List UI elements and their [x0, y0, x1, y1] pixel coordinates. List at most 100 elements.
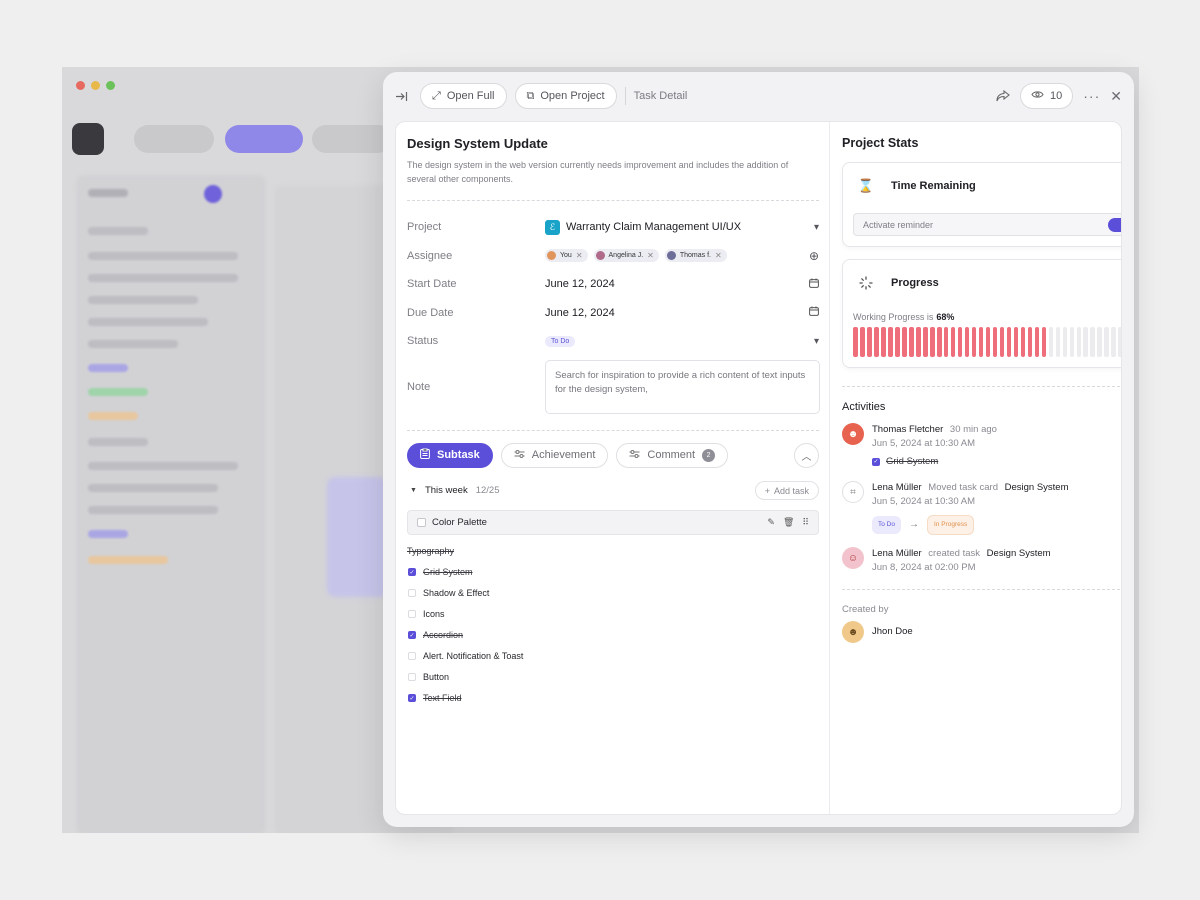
progress-segment — [901, 327, 907, 357]
drag-handle-icon[interactable]: ⠿ — [802, 517, 809, 528]
progress-segment — [1020, 327, 1026, 357]
progress-segment — [1104, 327, 1110, 357]
subtask-item[interactable]: Button — [407, 667, 819, 688]
calendar-icon — [809, 278, 819, 291]
tab-achievement[interactable]: Achievement — [500, 442, 609, 468]
subtask-item[interactable]: ✓ Grid System — [407, 562, 819, 583]
activity-item: ☻ Thomas Fletcher 30 min ago Jun 5, 2024… — [842, 423, 1121, 469]
note-label: Note — [407, 381, 431, 393]
status-select[interactable]: To Do ▾ — [545, 335, 819, 347]
progress-segment — [887, 327, 893, 357]
progress-bar — [853, 327, 1121, 357]
reminder-toggle[interactable] — [1108, 217, 1121, 232]
checkbox[interactable] — [408, 652, 416, 660]
created-by-label: Created by — [842, 604, 889, 615]
checkbox[interactable] — [408, 673, 416, 681]
progress-label-row: Working Progress is 68% 😎 — [853, 312, 955, 322]
project-icon: ℰ — [545, 219, 560, 235]
bg-nav-item-active — [225, 125, 303, 153]
checkbox: ✓ — [872, 458, 880, 466]
remove-icon[interactable]: ✕ — [715, 251, 722, 260]
checkbox[interactable]: ✓ — [408, 694, 416, 702]
avatar — [666, 251, 676, 261]
tab-comment[interactable]: Comment 2 — [616, 442, 729, 468]
progress-segment — [985, 327, 991, 357]
collapse-section-button[interactable]: ︿ — [794, 442, 819, 468]
reminder-row: Activate reminder — [853, 213, 1121, 236]
progress-segment — [1076, 327, 1082, 357]
checkbox[interactable] — [417, 517, 426, 527]
creator: ☻ Jhon Doe — [842, 621, 1121, 643]
progress-segment — [908, 327, 914, 357]
remove-icon[interactable]: ✕ — [647, 251, 654, 260]
project-select[interactable]: ℰ Warranty Claim Management UI/UX ▾ — [545, 219, 819, 235]
breadcrumb: Task Detail — [633, 90, 688, 102]
open-full-button[interactable]: ⤢ Open Full — [420, 83, 507, 109]
subtask-item[interactable]: Icons — [407, 604, 819, 625]
checkbox[interactable] — [408, 589, 416, 597]
edit-icon[interactable]: ✎ — [767, 517, 775, 528]
activity-item: ☺ Lena Müller created task Design System… — [842, 547, 1121, 575]
progress-segment — [1069, 327, 1075, 357]
window-controls — [76, 81, 115, 90]
field-assignee: Assignee You ✕ Angelina J. ✕ Thomas f. ✕ ⊕ — [407, 248, 819, 263]
subtask-item[interactable]: Shadow & Effect — [407, 583, 819, 604]
assignee-chip[interactable]: Angelina J. ✕ — [593, 249, 659, 263]
sliders-icon — [514, 449, 525, 462]
subtask-count: 12/25 — [475, 485, 500, 496]
assignee-chip[interactable]: Thomas f. ✕ — [664, 249, 727, 263]
divider — [842, 589, 1121, 590]
status-badge: To Do — [872, 516, 901, 534]
subtask-item[interactable]: ✓ Text Field — [407, 688, 819, 709]
field-project: Project ℰ Warranty Claim Management UI/U… — [407, 219, 819, 235]
subtask-item[interactable]: ✓ Accordion — [407, 625, 819, 646]
note-textarea[interactable]: Search for inspiration to provide a rich… — [545, 359, 820, 414]
bg-task-card — [327, 477, 387, 597]
checkbox[interactable]: ✓ — [408, 568, 416, 576]
due-date-picker[interactable]: June 12, 2024 — [545, 306, 819, 319]
collapse-panel-icon[interactable] — [395, 90, 408, 103]
add-task-button[interactable]: + Add task — [754, 481, 819, 500]
divider — [842, 386, 1121, 387]
subtask-item[interactable]: Alert. Notification & Toast — [407, 646, 819, 667]
start-date-picker[interactable]: June 12, 2024 — [545, 278, 819, 291]
project-stats-pane: Project Stats ⌛ Time Remaining 4d Activa… — [830, 122, 1121, 814]
progress-value: 68% — [936, 312, 955, 322]
bg-nav-item — [134, 125, 214, 153]
toolbar-divider — [624, 87, 626, 105]
stats-title: Project Stats — [842, 136, 919, 150]
viewers-button[interactable]: 10 — [1020, 83, 1074, 109]
progress-segment — [950, 327, 956, 357]
hourglass-icon: ⌛ — [857, 178, 875, 193]
progress-segment — [978, 327, 984, 357]
caret-down-icon: ▼ — [410, 487, 417, 494]
subtask-item[interactable]: Typography — [407, 541, 819, 562]
close-icon[interactable]: ✕ — [1110, 88, 1122, 105]
tab-subtask[interactable]: Subtask — [407, 442, 493, 468]
assignee-chip[interactable]: You ✕ — [545, 249, 588, 263]
share-icon[interactable] — [996, 90, 1010, 102]
progress-segment — [943, 327, 949, 357]
subtask-group-header[interactable]: ▼ This week 12/25 + Add task — [407, 481, 819, 501]
progress-segment — [1055, 327, 1061, 357]
add-assignee-icon[interactable]: ⊕ — [809, 249, 819, 263]
external-link-icon: ⧉ — [526, 89, 535, 102]
subtask-item-hovered[interactable]: Color Palette ✎ 🗑 ⠿ — [407, 509, 819, 535]
checkbox[interactable]: ✓ — [408, 631, 416, 639]
remove-icon[interactable]: ✕ — [576, 251, 583, 260]
checkbox[interactable] — [408, 610, 416, 618]
app-logo — [72, 123, 104, 155]
panel-toolbar: ⤢ Open Full ⧉ Open Project Task Detail 1… — [383, 72, 1134, 120]
open-project-button[interactable]: ⧉ Open Project — [514, 83, 617, 109]
sliders-icon — [629, 449, 640, 462]
trash-icon[interactable]: 🗑 — [783, 517, 794, 528]
task-main: Design System Update The design system i… — [396, 122, 830, 814]
field-start-date: Start Date June 12, 2024 — [407, 270, 819, 299]
more-options-icon[interactable]: ··· — [1083, 88, 1100, 104]
task-tabs: Subtask Achievement Comment 2 ︿ — [407, 442, 819, 468]
task-content: Design System Update The design system i… — [395, 121, 1122, 815]
progress-segment — [964, 327, 970, 357]
progress-segment — [894, 327, 900, 357]
progress-segment — [873, 327, 879, 357]
avatar — [547, 251, 556, 261]
